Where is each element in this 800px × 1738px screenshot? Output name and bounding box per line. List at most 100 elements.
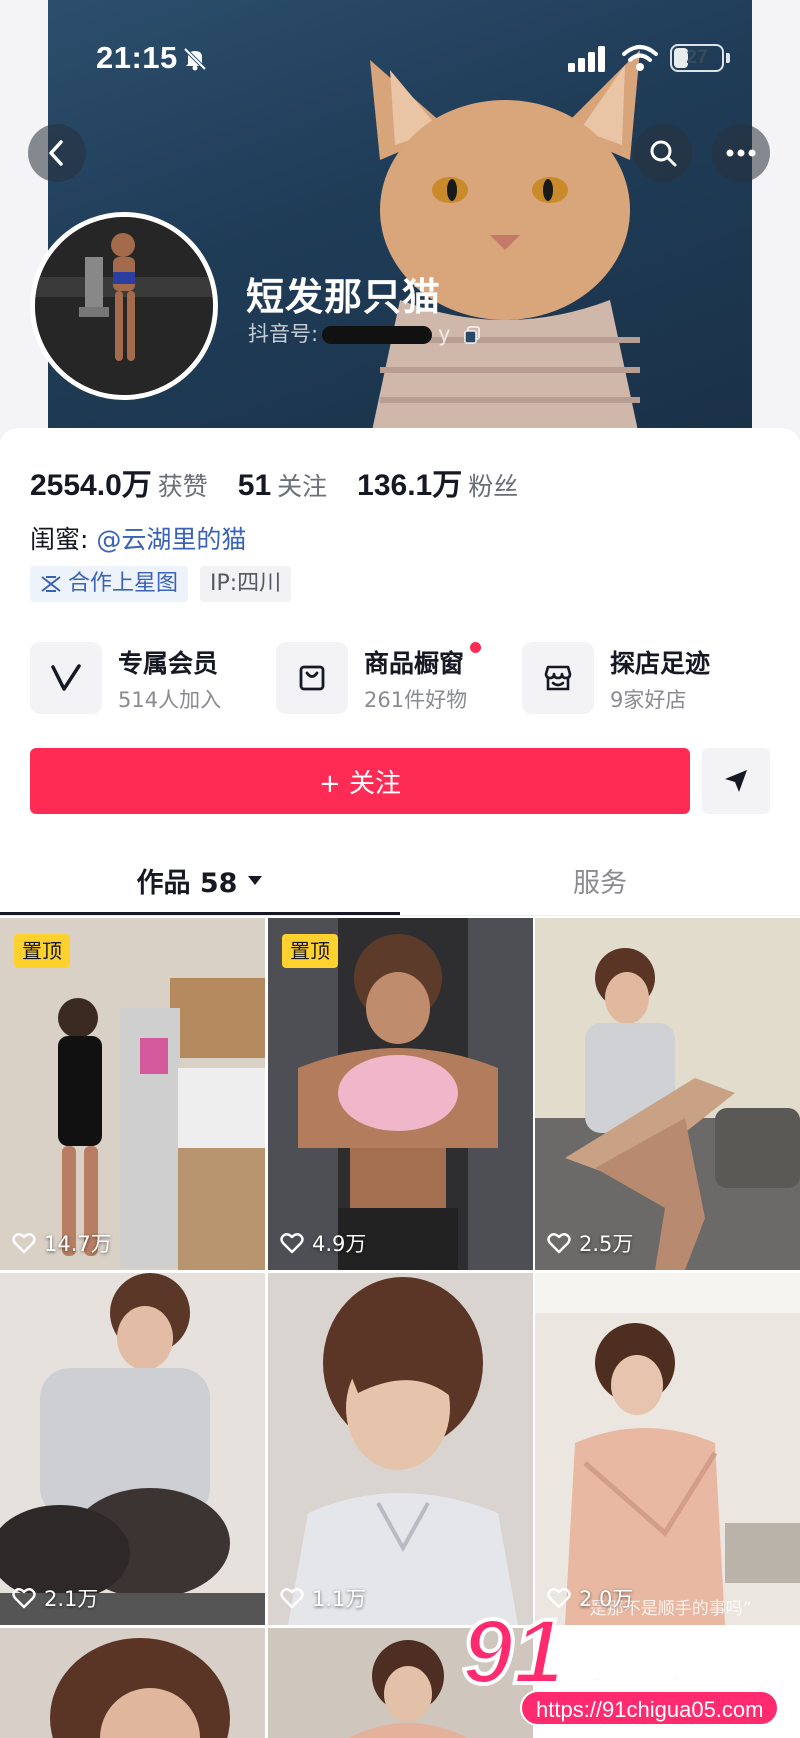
video-thumbnail[interactable]: 2.1万 [0,1273,265,1625]
vip-v-icon [51,664,81,691]
stat-label: 关注 [277,472,328,501]
bestie-line: 闺蜜: @云湖里的猫 [30,520,246,556]
video-thumbnail[interactable]: 置顶 4.9万 [268,918,533,1270]
like-count: 14.7万 [12,1228,112,1258]
stat-value: 136.1万 [357,469,463,502]
copy-icon[interactable] [463,326,481,344]
battery-cap [726,53,730,63]
service-store-visits[interactable]: 探店足迹 9家好店 [522,640,762,718]
bestie-link[interactable]: @云湖里的猫 [96,525,246,554]
stat-likes: 2554.0万 获赞 [30,460,208,504]
service-icon-box [30,642,102,714]
pinned-badge: 置顶 [282,934,338,968]
video-cover-image [0,1628,265,1738]
new-badge [470,642,481,653]
like-count-value: 2.5万 [579,1232,634,1256]
heart-icon [280,1588,304,1609]
like-count: 2.5万 [547,1228,633,1258]
tag-label: IP:四川 [210,571,282,596]
star-map-tag[interactable]: 合作上星图 [30,566,189,602]
redacted-id [322,326,433,344]
battery-indicator: 27 [670,44,724,72]
battery-percent: 27 [686,47,708,68]
tab-service[interactable]: 服务 [400,848,800,912]
profile-nickname: 短发那只猫 [246,275,442,319]
service-title: 商品橱窗 [364,649,465,678]
video-thumbnail[interactable]: 2.5万 [535,918,800,1270]
like-count-value: 14.7万 [44,1232,112,1256]
search-icon [650,140,677,167]
like-count-value: 1.1万 [312,1587,367,1611]
caret-down-icon [248,876,263,885]
douyin-id-label: 抖音号: [248,322,319,346]
chevron-left-icon [49,140,63,166]
star-map-icon [41,576,61,592]
heart-icon [12,1233,36,1254]
ip-location-tag: IP:四川 [200,566,292,602]
video-cover-image [535,918,800,1270]
avatar-image [35,217,213,395]
status-time: 21:15 [96,40,178,75]
service-icon-box [522,642,594,714]
watermark-url: https://91chigua05.com [520,1690,780,1726]
douyin-id-tail: y [438,322,451,346]
pinned-badge: 置顶 [14,934,70,968]
like-count: 4.9万 [280,1228,366,1258]
stat-label: 获赞 [157,472,208,501]
follow-button[interactable]: + 关注 [30,748,690,814]
service-subtitle: 514人加入 [118,688,222,712]
tab-divider [0,915,800,916]
bell-off-icon [183,47,207,71]
video-thumbnail[interactable]: “是那不是顺手的事吗” 2.0万 [535,1273,800,1625]
more-button[interactable] [712,124,770,182]
store-icon [544,665,572,691]
tab-label: 服务 [573,867,627,899]
profile-tabs: 作品 58 服务 [0,848,800,912]
avatar[interactable] [30,212,218,400]
video-cover-image [535,1273,800,1625]
heart-icon [280,1233,304,1254]
profile-tags: 合作上星图 IP:四川 [30,566,303,602]
service-subtitle: 9家好店 [610,688,687,712]
video-cover-image [268,918,533,1270]
video-thumbnail[interactable]: 1.1万 [268,1273,533,1625]
stat-label: 粉丝 [468,472,519,501]
service-title: 专属会员 [118,649,219,678]
service-entries: 专属会员 514人加入 商品橱窗 261件好物 探店足迹 9家好店 [30,640,780,718]
signal-icon [568,46,605,72]
stat-value: 2554.0万 [30,469,152,502]
search-button[interactable] [634,124,692,182]
bestie-label: 闺蜜: [30,525,89,554]
video-thumbnail[interactable]: 置顶 14.7万 [0,918,265,1270]
service-shop-window[interactable]: 商品橱窗 261件好物 [276,640,506,718]
shopping-bag-icon [299,665,325,691]
like-count: 2.1万 [12,1583,98,1613]
more-icon [726,149,756,157]
service-title: 探店足迹 [610,649,711,678]
like-count: 1.1万 [280,1583,366,1613]
tab-label: 作品 58 [136,867,238,899]
follow-label: + 关注 [318,768,402,799]
tab-works[interactable]: 作品 58 [0,848,400,912]
heart-icon [12,1588,36,1609]
like-count-value: 2.1万 [44,1587,99,1611]
video-cover-image [0,1273,265,1625]
video-cover-image [0,918,265,1270]
stat-following[interactable]: 51 关注 [238,467,327,503]
douyin-id: 抖音号: y [248,318,481,348]
send-icon [725,770,747,792]
stat-followers[interactable]: 136.1万 粉丝 [357,460,518,504]
site-watermark: 91 吃瓜中心 https://91chigua05.com [460,1599,792,1738]
wifi-icon [622,45,658,71]
service-icon-box [276,642,348,714]
heart-icon [547,1233,571,1254]
video-cover-image [268,1273,533,1625]
back-button[interactable] [28,124,86,182]
service-subtitle: 261件好物 [364,688,468,712]
video-thumbnail[interactable] [0,1628,265,1738]
share-button[interactable] [702,748,770,814]
tag-label: 合作上星图 [68,571,179,596]
profile-cover: 21:15 27 短发那只猫 抖音号: y [0,0,800,440]
stat-value: 51 [237,469,272,502]
service-vip[interactable]: 专属会员 514人加入 [30,640,250,718]
